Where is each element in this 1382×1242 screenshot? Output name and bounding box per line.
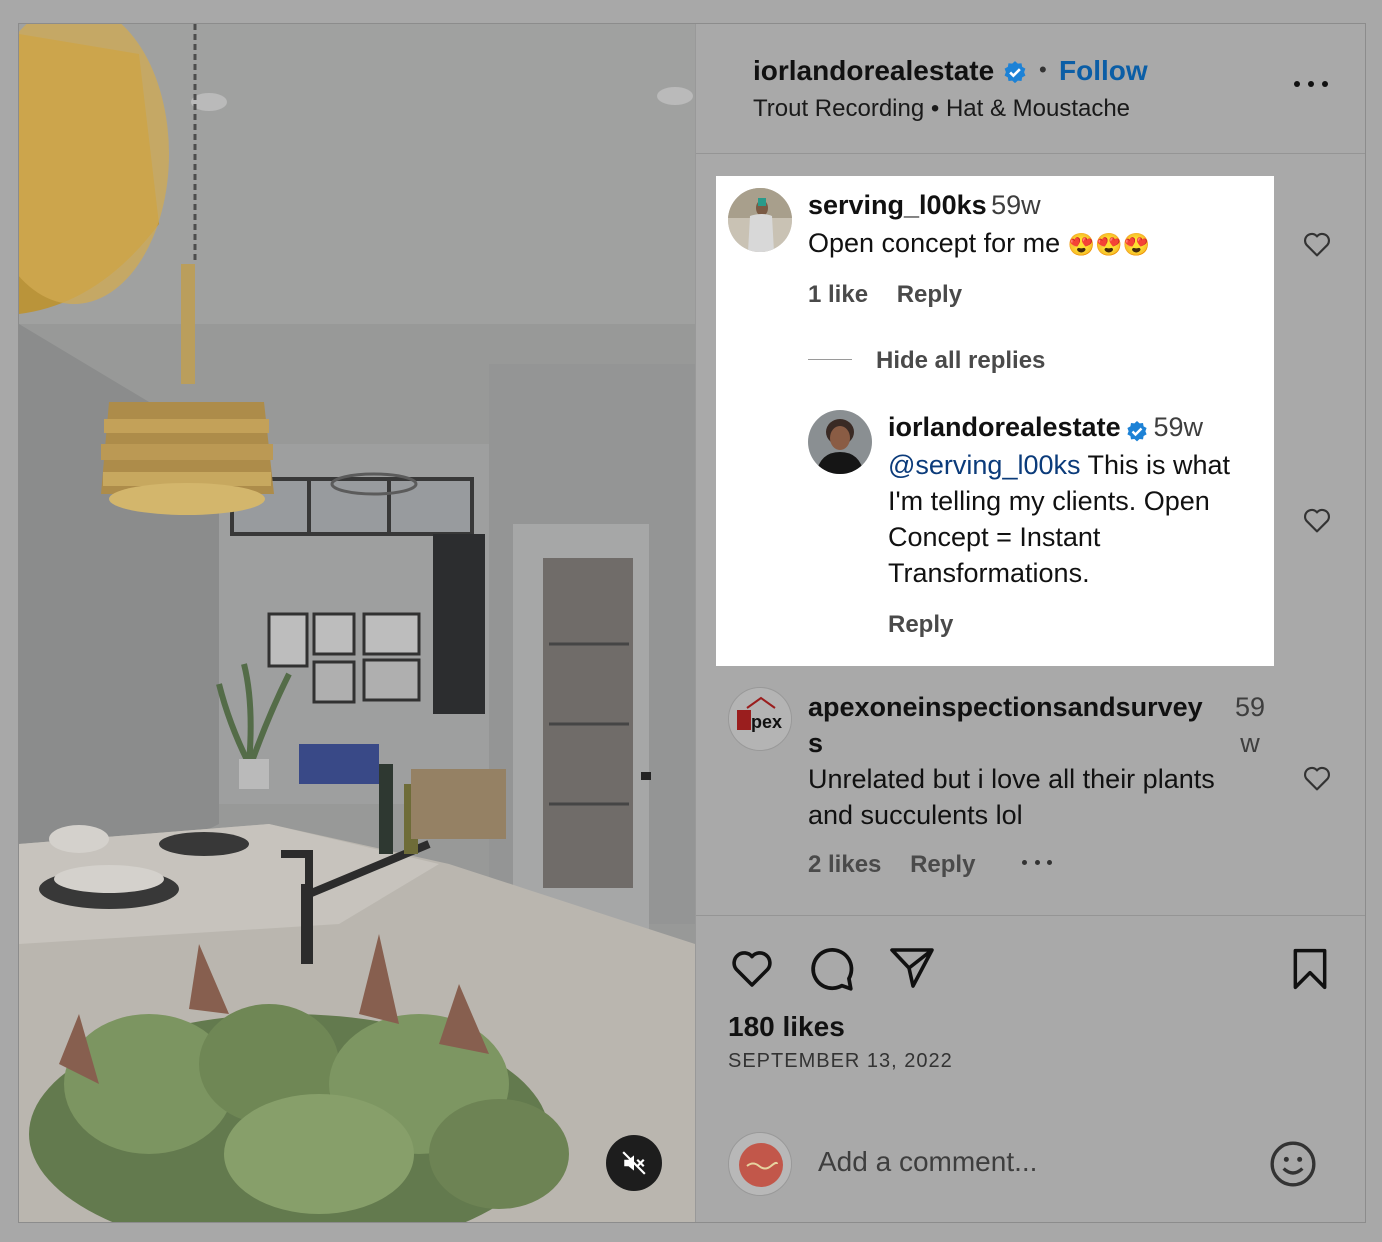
emoji-icon[interactable] bbox=[1268, 1139, 1318, 1189]
comment-header: serving_l00ks 59w bbox=[808, 190, 1041, 221]
muted-speaker-icon bbox=[622, 1151, 646, 1175]
comment-time-2[interactable]: w bbox=[1230, 725, 1270, 761]
reply-line-1: @serving_l00ks This is what bbox=[888, 447, 1268, 483]
bookmark-icon[interactable] bbox=[1288, 946, 1332, 992]
heart-icon[interactable] bbox=[726, 944, 778, 992]
avatar[interactable] bbox=[728, 188, 792, 252]
comment-header: apexoneinspectionsandsurvey s bbox=[808, 689, 1248, 761]
comment-more-icon[interactable] bbox=[1022, 860, 1052, 868]
avatar[interactable]: pex bbox=[728, 687, 792, 751]
comment-username[interactable]: apexoneinspectionsandsurvey bbox=[808, 689, 1248, 725]
avatar-serving-l00ks bbox=[728, 188, 792, 252]
comment-time[interactable]: 59w bbox=[991, 190, 1041, 220]
post-video[interactable] bbox=[19, 24, 695, 1222]
comment-username[interactable]: serving_l00ks bbox=[808, 190, 987, 220]
verified-badge-icon bbox=[1004, 60, 1026, 83]
comment-username-wrap[interactable]: s bbox=[808, 725, 1248, 761]
current-user-avatar bbox=[729, 1133, 791, 1195]
audio-track[interactable]: Trout Recording bbox=[753, 95, 924, 122]
avatar-iorlandorealestate bbox=[808, 410, 872, 474]
post-date: SEPTEMBER 13, 2022 bbox=[728, 1050, 953, 1072]
comment-line-1: Unrelated but i love all their plants bbox=[808, 764, 1215, 794]
reply-header: iorlandorealestate 59w bbox=[888, 412, 1203, 444]
reply-username[interactable]: iorlandorealestate bbox=[888, 412, 1121, 442]
comment-text: Unrelated but i love all their plants an… bbox=[808, 761, 1215, 833]
svg-text:pex: pex bbox=[751, 712, 782, 732]
avatar-apex: pex bbox=[729, 688, 791, 750]
actions-divider bbox=[696, 915, 1365, 916]
comment-emoji: 😍😍😍 bbox=[1067, 232, 1150, 257]
mute-button[interactable] bbox=[606, 1135, 662, 1191]
share-icon[interactable] bbox=[888, 944, 936, 992]
comment-likes[interactable]: 2 likes bbox=[808, 851, 881, 878]
reply-text: @serving_l00ks This is what I'm telling … bbox=[888, 447, 1268, 591]
author-username[interactable]: iorlandorealestate bbox=[753, 55, 1028, 87]
comment-text: Open concept for me 😍😍😍 bbox=[808, 225, 1150, 263]
reply-line-3: Concept = Instant bbox=[888, 522, 1101, 552]
comment-line-2: and succulents lol bbox=[808, 800, 1023, 830]
heart-icon[interactable] bbox=[1300, 228, 1334, 260]
author-username-text[interactable]: iorlandorealestate bbox=[753, 55, 994, 86]
reply-line-2: I'm telling my clients. Open bbox=[888, 486, 1210, 516]
comment-time-1[interactable]: 59 bbox=[1230, 689, 1270, 725]
hide-replies-button[interactable]: Hide all replies bbox=[876, 347, 1045, 375]
audio-artist[interactable]: Hat & Moustache bbox=[946, 95, 1130, 122]
reply-text-1: This is what bbox=[1080, 450, 1231, 480]
comment-input[interactable]: Add a comment... bbox=[818, 1146, 1037, 1178]
avatar[interactable] bbox=[808, 410, 872, 474]
audio-separator: • bbox=[930, 95, 946, 122]
reply-button[interactable]: Reply bbox=[897, 281, 962, 308]
comment-text-body: Open concept for me bbox=[808, 228, 1061, 258]
comment-actions: 1 like Reply bbox=[808, 281, 962, 309]
reply-button[interactable]: Reply bbox=[910, 851, 975, 878]
comment-icon[interactable] bbox=[806, 944, 856, 994]
kitchen-scene-image bbox=[19, 24, 695, 1222]
post-header: iorlandorealestate • Follow Trout Record… bbox=[696, 24, 1365, 154]
separator-dot: • bbox=[1039, 57, 1047, 82]
verified-badge-icon bbox=[1127, 420, 1147, 442]
reply-time[interactable]: 59w bbox=[1154, 412, 1204, 442]
comment-actions: 2 likes Reply bbox=[808, 851, 975, 879]
heart-icon[interactable] bbox=[1300, 504, 1334, 536]
mention-link[interactable]: @serving_l00ks bbox=[888, 450, 1081, 480]
post-side-panel: iorlandorealestate • Follow Trout Record… bbox=[695, 24, 1365, 1222]
more-options-icon[interactable] bbox=[1294, 72, 1328, 96]
reply-reply-button[interactable]: Reply bbox=[888, 611, 953, 639]
audio-info[interactable]: Trout Recording • Hat & Moustache bbox=[753, 95, 1130, 123]
comment-likes[interactable]: 1 like bbox=[808, 281, 868, 308]
avatar bbox=[728, 1132, 792, 1196]
post-dialog: iorlandorealestate • Follow Trout Record… bbox=[18, 23, 1366, 1223]
reply-line-4: Transformations. bbox=[888, 558, 1090, 588]
comment-time: 59 w bbox=[1230, 689, 1270, 761]
heart-icon[interactable] bbox=[1300, 762, 1334, 794]
follow-button[interactable]: Follow bbox=[1059, 55, 1148, 87]
replies-divider bbox=[808, 359, 852, 360]
likes-count[interactable]: 180 likes bbox=[728, 1011, 845, 1043]
